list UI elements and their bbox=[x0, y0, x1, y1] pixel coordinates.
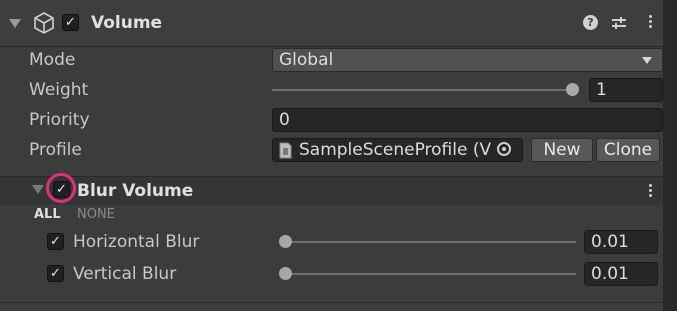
all-toggle[interactable]: ALL bbox=[34, 207, 61, 222]
vertical-blur-slider-thumb[interactable] bbox=[279, 267, 292, 280]
new-profile-button[interactable]: New bbox=[531, 138, 593, 162]
horizontal-blur-slider-thumb[interactable] bbox=[279, 235, 292, 248]
presets-icon[interactable] bbox=[611, 15, 627, 31]
vertical-blur-value: 0.01 bbox=[591, 264, 629, 284]
mode-dropdown[interactable]: Global bbox=[272, 48, 663, 72]
weight-slider-thumb[interactable] bbox=[566, 83, 579, 96]
priority-label: Priority bbox=[29, 110, 90, 130]
mode-value: Global bbox=[279, 50, 334, 70]
horizontal-blur-label: Horizontal Blur bbox=[73, 232, 200, 252]
priority-input[interactable]: 0 bbox=[272, 108, 663, 132]
vertical-blur-label: Vertical Blur bbox=[73, 264, 177, 284]
weight-value: 1 bbox=[596, 80, 607, 100]
component-title: Volume bbox=[91, 13, 163, 33]
blur-foldout-arrow-icon[interactable] bbox=[32, 185, 44, 194]
vertical-blur-override-checkbox[interactable]: ✓ bbox=[47, 265, 64, 282]
bottom-divider bbox=[0, 302, 663, 303]
vertical-blur-slider-track[interactable] bbox=[280, 273, 576, 275]
chevron-down-icon bbox=[642, 57, 652, 64]
priority-value: 0 bbox=[279, 110, 290, 130]
blur-more-options-icon[interactable] bbox=[649, 182, 652, 199]
profile-label: Profile bbox=[29, 140, 82, 160]
asset-file-icon bbox=[279, 142, 292, 159]
none-toggle[interactable]: NONE bbox=[77, 207, 115, 222]
cube-icon bbox=[34, 12, 54, 34]
foldout-arrow-icon[interactable] bbox=[9, 19, 21, 28]
profile-object-field[interactable]: SampleSceneProfile (V bbox=[272, 138, 523, 162]
scrollbar-gutter bbox=[663, 0, 677, 311]
more-options-icon[interactable] bbox=[649, 13, 652, 30]
volume-enabled-checkbox[interactable]: ✓ bbox=[62, 14, 79, 31]
override-title: Blur Volume bbox=[77, 181, 194, 201]
horizontal-blur-slider-track[interactable] bbox=[280, 241, 576, 243]
horizontal-blur-value: 0.01 bbox=[591, 232, 629, 252]
weight-label: Weight bbox=[29, 80, 89, 100]
profile-value: SampleSceneProfile (V bbox=[299, 140, 492, 160]
weight-input[interactable]: 1 bbox=[589, 78, 663, 102]
horizontal-blur-override-checkbox[interactable]: ✓ bbox=[47, 233, 64, 250]
vertical-blur-input[interactable]: 0.01 bbox=[584, 262, 658, 286]
weight-slider-track[interactable] bbox=[272, 89, 574, 91]
help-icon[interactable]: ? bbox=[583, 15, 598, 30]
horizontal-blur-input[interactable]: 0.01 bbox=[584, 230, 658, 254]
blur-volume-enabled-checkbox[interactable]: ✓ bbox=[53, 181, 70, 198]
clone-profile-button[interactable]: Clone bbox=[596, 138, 660, 162]
mode-label: Mode bbox=[29, 50, 76, 70]
object-picker-icon[interactable] bbox=[497, 142, 511, 156]
